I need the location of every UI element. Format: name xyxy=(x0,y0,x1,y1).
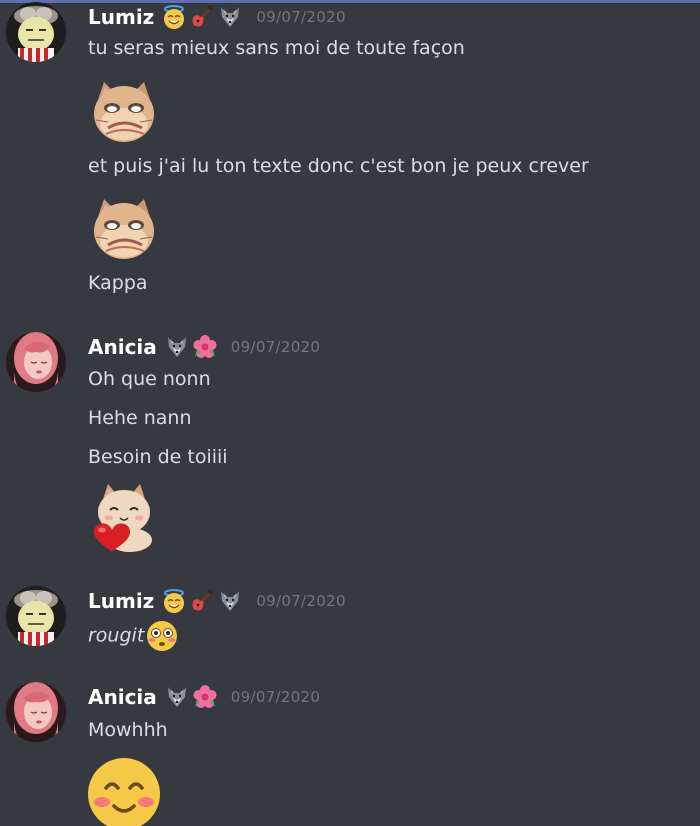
message-header: Anicia 09/07/2020 xyxy=(88,682,320,712)
username[interactable]: Anicia xyxy=(88,685,157,709)
lumiz-avatar[interactable] xyxy=(6,586,66,646)
message-text: Mowhhh xyxy=(88,719,168,741)
message-text: Hehe nann xyxy=(88,407,192,429)
message-italic-text: rougit xyxy=(88,624,145,647)
timestamp[interactable]: 09/07/2020 xyxy=(256,592,345,610)
message-header: Anicia 09/07/2020 xyxy=(88,332,320,362)
username[interactable]: Anicia xyxy=(88,335,157,359)
lumiz-avatar[interactable] xyxy=(6,2,66,62)
message-text: Besoin de toiiii xyxy=(88,446,228,468)
flushed-face-emoji-icon[interactable] xyxy=(146,620,178,652)
wolf-emoji-icon xyxy=(218,589,242,613)
blushing-smile-emoji-icon[interactable] xyxy=(88,754,160,826)
username-badges xyxy=(162,5,242,29)
message-header: Lumiz 09/07/2020 xyxy=(88,2,346,32)
anicia-avatar[interactable] xyxy=(6,682,66,742)
username-badges xyxy=(165,335,217,359)
timestamp[interactable]: 09/07/2020 xyxy=(231,338,320,356)
wolf-emoji-icon xyxy=(165,685,189,709)
timestamp[interactable]: 09/07/2020 xyxy=(231,688,320,706)
message-text: tu seras mieux sans moi de toute façon xyxy=(88,37,465,59)
innocent-smile-emoji-icon xyxy=(162,5,186,29)
message-text: Oh que nonn xyxy=(88,368,211,390)
username-badges xyxy=(162,589,242,613)
message-group-anicia-2: Anicia 09/07/2020 Mowhhh xyxy=(0,682,700,798)
message-text: et puis j'ai lu ton texte donc c'est bon… xyxy=(88,155,589,177)
message-text: rougit xyxy=(88,620,178,652)
message-group-lumiz-2: Lumiz 09/07/2020 rougit xyxy=(0,586,700,656)
username[interactable]: Lumiz xyxy=(88,589,154,613)
sad-cat-emote-icon[interactable] xyxy=(88,78,160,150)
hibiscus-emoji-icon xyxy=(193,335,217,359)
message-group-anicia-1: Anicia 09/07/2020 Oh que nonn Hehe nann … xyxy=(0,332,700,557)
message-group-lumiz-1: Lumiz 09/07/2020 tu seras mieux sans moi… xyxy=(0,2,700,302)
wolf-emoji-icon xyxy=(165,335,189,359)
message-header: Lumiz 09/07/2020 xyxy=(88,586,346,616)
heart-cat-emote-icon[interactable] xyxy=(88,480,160,552)
username-badges xyxy=(165,685,217,709)
hibiscus-emoji-icon xyxy=(193,685,217,709)
timestamp[interactable]: 09/07/2020 xyxy=(256,8,345,26)
guitar-emoji-icon xyxy=(190,5,214,29)
username[interactable]: Lumiz xyxy=(88,5,154,29)
sad-cat-emote-icon[interactable] xyxy=(88,195,160,267)
wolf-emoji-icon xyxy=(218,5,242,29)
anicia-avatar[interactable] xyxy=(6,332,66,392)
guitar-emoji-icon xyxy=(190,589,214,613)
message-text: Kappa xyxy=(88,272,148,294)
innocent-smile-emoji-icon xyxy=(162,589,186,613)
